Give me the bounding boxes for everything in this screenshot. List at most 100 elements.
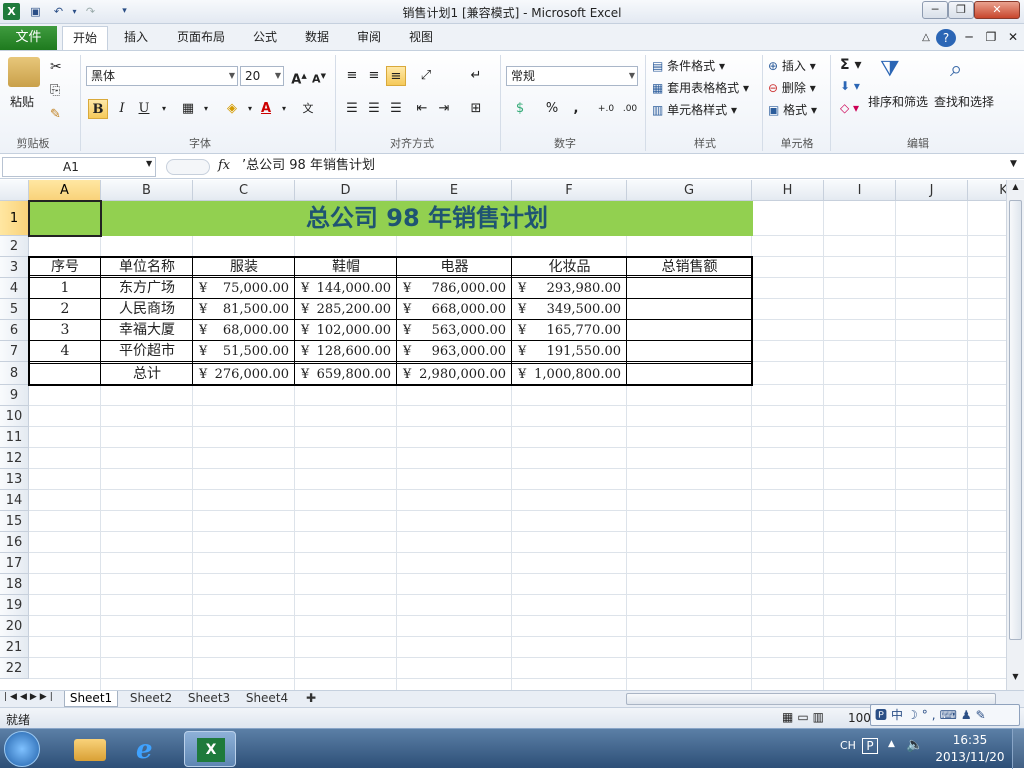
column-header-e[interactable]: E	[397, 180, 512, 201]
excel-taskbar-button[interactable]: X	[184, 731, 236, 767]
sheet-title[interactable]: 总公司 98 年销售计划	[101, 201, 753, 236]
grow-font-icon[interactable]: A▲	[289, 66, 309, 87]
row-header-22[interactable]: 22	[0, 658, 29, 679]
tab-formulas[interactable]: 公式	[244, 26, 286, 50]
language-indicator[interactable]: CH	[840, 739, 856, 752]
ie-taskbar-button[interactable]: e	[124, 731, 176, 767]
insert-function-icon[interactable]: fx	[218, 158, 230, 173]
row-index-cell[interactable]: 3	[29, 320, 101, 341]
help-icon[interactable]: ?	[936, 29, 956, 47]
underline-dropdown-icon[interactable]: ▾	[154, 99, 174, 119]
sheet-tab-4[interactable]: Sheet4	[240, 691, 294, 707]
name-box[interactable]: A1	[2, 157, 156, 177]
row-header-1[interactable]: 1	[0, 201, 29, 236]
cut-icon[interactable]: ✂	[50, 59, 62, 75]
column-header-k[interactable]: K	[968, 180, 1006, 201]
select-all-button[interactable]	[0, 180, 29, 201]
row-header-19[interactable]: 19	[0, 595, 29, 616]
amount-cell[interactable]: 349,500.00	[512, 302, 621, 318]
align-bottom-icon[interactable]: ≡	[386, 66, 406, 86]
row-index-cell[interactable]: 4	[29, 341, 101, 362]
decrease-decimal-icon[interactable]: .00	[620, 99, 640, 119]
align-top-icon[interactable]: ≡	[342, 66, 362, 86]
scroll-down-icon[interactable]: ▼	[1009, 672, 1022, 688]
row-header-2[interactable]: 2	[0, 236, 29, 257]
amount-cell[interactable]: 293,980.00	[512, 281, 621, 297]
underline-button[interactable]: U	[134, 99, 154, 119]
copy-icon[interactable]: ⎘	[50, 83, 60, 98]
row-header-18[interactable]: 18	[0, 574, 29, 595]
formula-bar-resizer[interactable]	[166, 159, 210, 175]
unit-name-cell[interactable]: 东方广场	[101, 278, 193, 299]
shrink-font-icon[interactable]: A▼	[309, 66, 329, 86]
volume-icon[interactable]: 🔈	[906, 737, 923, 753]
paste-icon[interactable]	[8, 57, 40, 87]
total-sales-cell[interactable]	[627, 320, 752, 341]
amount-cell[interactable]: 668,000.00	[397, 302, 506, 318]
active-cell-cursor[interactable]	[28, 200, 102, 237]
table-header-cell[interactable]: 鞋帽	[295, 257, 397, 278]
minimize-button[interactable]: ─	[922, 1, 948, 19]
maximize-button[interactable]: ❐	[948, 1, 974, 19]
row-header-14[interactable]: 14	[0, 490, 29, 511]
amount-cell[interactable]: 75,000.00	[193, 281, 289, 297]
tab-review[interactable]: 审阅	[348, 26, 390, 50]
row-header-17[interactable]: 17	[0, 553, 29, 574]
column-header-g[interactable]: G	[627, 180, 752, 201]
start-button[interactable]	[4, 731, 40, 767]
table-header-cell[interactable]: 化妆品	[512, 257, 627, 278]
borders-icon[interactable]: ▦	[178, 99, 198, 119]
table-header-cell[interactable]: 序号	[29, 257, 101, 278]
tray-expand-icon[interactable]: ▲	[888, 739, 895, 749]
total-amount-cell[interactable]: 276,000.00	[193, 367, 289, 383]
ime-icon[interactable]: P	[862, 738, 878, 754]
total-amount-cell[interactable]: 1,000,800.00	[512, 367, 621, 383]
unit-name-cell[interactable]: 幸福大厦	[101, 320, 193, 341]
ime-toolbar[interactable]: 🅿中☽°,⌨♟✎	[870, 704, 1020, 726]
total-sales-cell[interactable]	[627, 278, 752, 299]
font-color-dropdown-icon[interactable]: ▾	[274, 99, 294, 119]
row-header-15[interactable]: 15	[0, 511, 29, 532]
amount-cell[interactable]: 51,500.00	[193, 344, 289, 360]
align-center-icon[interactable]: ☰	[364, 99, 384, 119]
vertical-scroll-thumb[interactable]	[1009, 200, 1022, 640]
explorer-taskbar-button[interactable]	[64, 731, 116, 767]
row-header-3[interactable]: 3	[0, 257, 29, 278]
collapse-ribbon-icon[interactable]: △	[918, 26, 934, 50]
tab-insert[interactable]: 插入	[114, 26, 158, 50]
amount-cell[interactable]: 81,500.00	[193, 302, 289, 318]
doc-close-icon[interactable]: ✕	[1006, 26, 1020, 50]
amount-cell[interactable]: 128,600.00	[295, 344, 391, 360]
total-amount-cell[interactable]: 2,980,000.00	[397, 367, 506, 383]
amount-cell[interactable]: 786,000.00	[397, 281, 506, 297]
comma-style-icon[interactable]: ,	[566, 99, 586, 119]
cell-styles-button[interactable]: ▥ 单元格样式 ▾	[652, 101, 737, 118]
wrap-text-icon[interactable]: ↵	[466, 66, 486, 86]
row-header-13[interactable]: 13	[0, 469, 29, 490]
row-header-10[interactable]: 10	[0, 406, 29, 427]
align-left-icon[interactable]: ☰	[342, 99, 362, 119]
delete-cells-button[interactable]: ⊖ 删除 ▾	[768, 79, 816, 96]
tab-data[interactable]: 数据	[296, 26, 338, 50]
row-header-11[interactable]: 11	[0, 427, 29, 448]
font-color-icon[interactable]: A	[256, 99, 276, 119]
orientation-icon[interactable]: ⤢	[416, 66, 436, 86]
tab-home[interactable]: 开始	[62, 26, 108, 50]
insert-sheet-icon[interactable]: ✚	[300, 691, 322, 707]
table-header-cell[interactable]: 电器	[397, 257, 512, 278]
column-header-f[interactable]: F	[512, 180, 627, 201]
amount-cell[interactable]: 563,000.00	[397, 323, 506, 339]
fill-icon[interactable]: ⬇ ▾	[840, 79, 860, 93]
clock-date[interactable]: 2013/11/20	[934, 750, 1006, 764]
increase-indent-icon[interactable]: ⇥	[434, 99, 454, 119]
total-label-cell[interactable]: 总计	[101, 364, 193, 385]
align-right-icon[interactable]: ☰	[386, 99, 406, 119]
total-sales-cell[interactable]	[627, 341, 752, 362]
amount-cell[interactable]: 963,000.00	[397, 344, 506, 360]
clock-time[interactable]: 16:35	[934, 733, 1006, 747]
unit-name-cell[interactable]: 人民商场	[101, 299, 193, 320]
merge-center-icon[interactable]: ⊞	[466, 99, 486, 119]
italic-button[interactable]: I	[112, 99, 132, 119]
column-header-b[interactable]: B	[101, 180, 193, 201]
expand-formula-bar-icon[interactable]: ▼	[1010, 159, 1017, 169]
